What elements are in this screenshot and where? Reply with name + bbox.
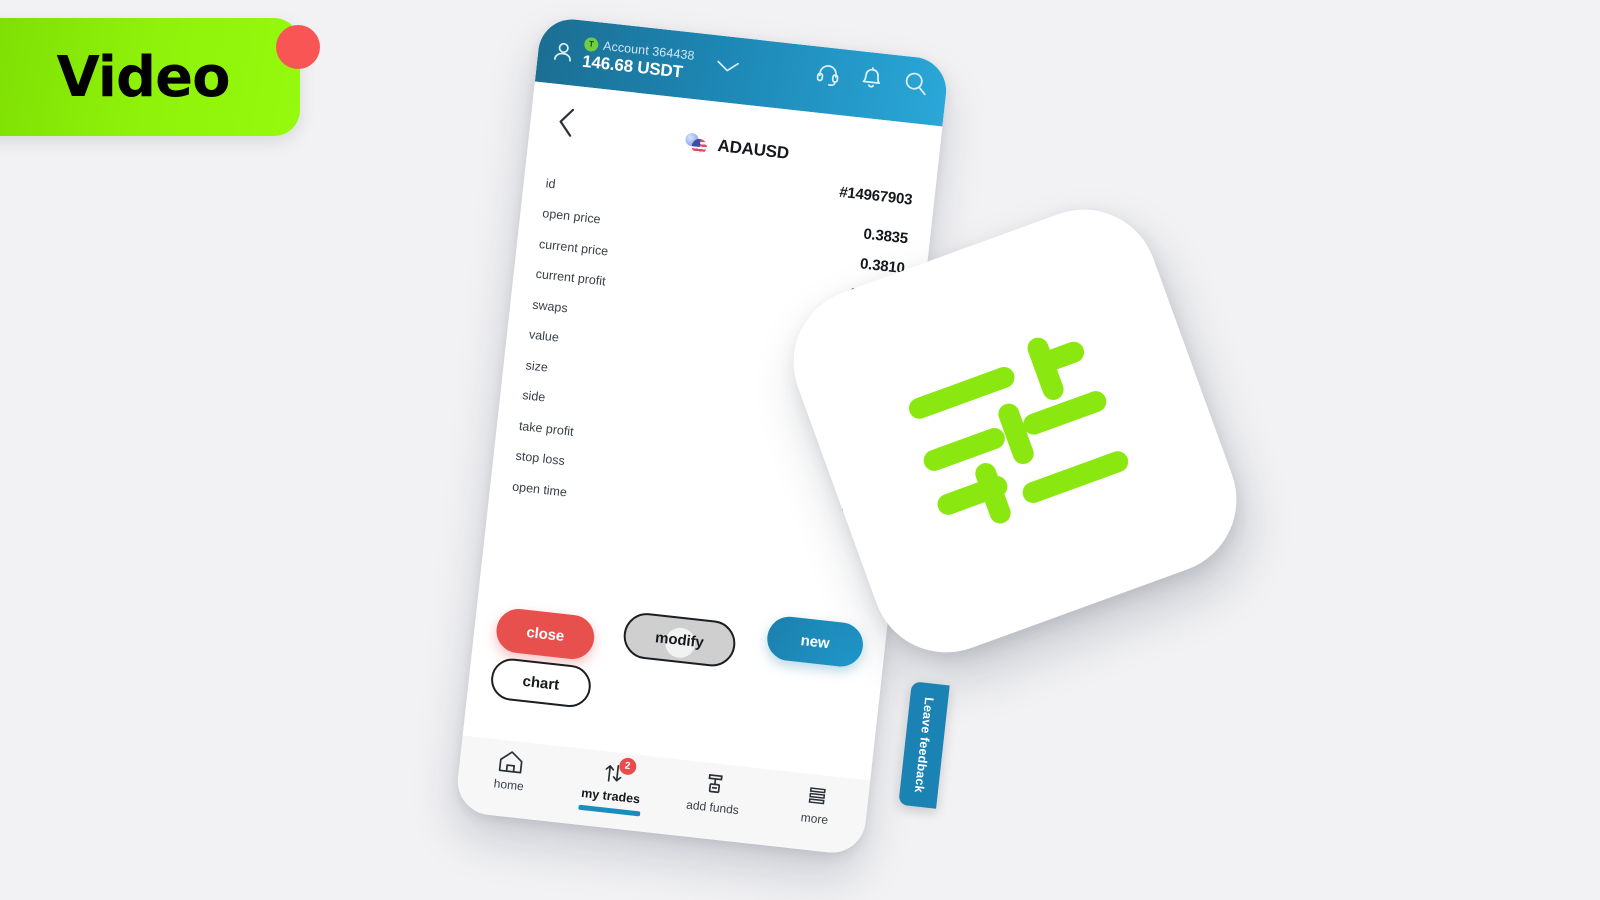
nav-label: add funds — [685, 797, 740, 818]
record-dot-icon — [276, 25, 320, 69]
action-buttons: close modify new chart — [488, 597, 866, 710]
header-icon-group — [814, 59, 934, 98]
chart-button[interactable]: chart — [488, 656, 593, 710]
nav-item-home[interactable]: home — [457, 743, 564, 797]
ada-usd-pair-icon — [684, 132, 710, 155]
row-label: id — [545, 175, 557, 191]
chevron-left-icon — [559, 108, 575, 137]
chart-button-label: chart — [521, 672, 561, 694]
row-label: open time — [511, 479, 568, 499]
leave-feedback-label: Leave feedback — [911, 696, 937, 794]
nav-label: home — [493, 776, 525, 794]
back-button[interactable] — [551, 104, 583, 141]
modify-button[interactable]: modify — [621, 610, 738, 669]
video-promo-badge: Video — [0, 18, 300, 136]
headset-icon[interactable] — [814, 60, 842, 88]
nav-item-add-funds[interactable]: add funds — [661, 766, 768, 820]
symbol-group: ADAUSD — [684, 132, 790, 163]
nav-item-more[interactable]: more — [763, 777, 870, 831]
home-icon — [498, 751, 523, 774]
video-badge-label: Video — [56, 44, 230, 110]
screenshot-stage: Video T Account 364438 146.68 USDT ADAUS… — [0, 0, 1600, 900]
new-button-label: new — [799, 631, 831, 652]
person-icon — [554, 42, 571, 62]
search-icon[interactable] — [902, 69, 931, 98]
close-button[interactable]: close — [494, 606, 597, 662]
nav-label: my trades — [580, 785, 641, 807]
modify-button-label: modify — [654, 628, 705, 651]
account-text-group: T Account 364438 146.68 USDT — [581, 36, 695, 83]
bell-icon[interactable] — [859, 65, 885, 92]
new-button[interactable]: new — [764, 614, 866, 669]
account-type-badge: T — [583, 36, 600, 52]
active-tab-indicator — [577, 804, 641, 817]
atm-icon — [708, 773, 723, 794]
account-selector[interactable]: T Account 364438 146.68 USDT — [551, 33, 742, 89]
leave-feedback-tab[interactable]: Leave feedback — [898, 681, 950, 809]
nav-item-my-trades[interactable]: 2 my trades — [559, 755, 666, 817]
menu-lines-icon — [808, 787, 826, 805]
nav-label: more — [800, 810, 829, 828]
row-value: 0.3835 — [862, 225, 909, 247]
chevron-down-icon[interactable] — [714, 57, 742, 76]
sliders-settings-icon — [908, 337, 1129, 524]
close-button-label: close — [525, 623, 566, 645]
symbol-name: ADAUSD — [716, 136, 790, 163]
